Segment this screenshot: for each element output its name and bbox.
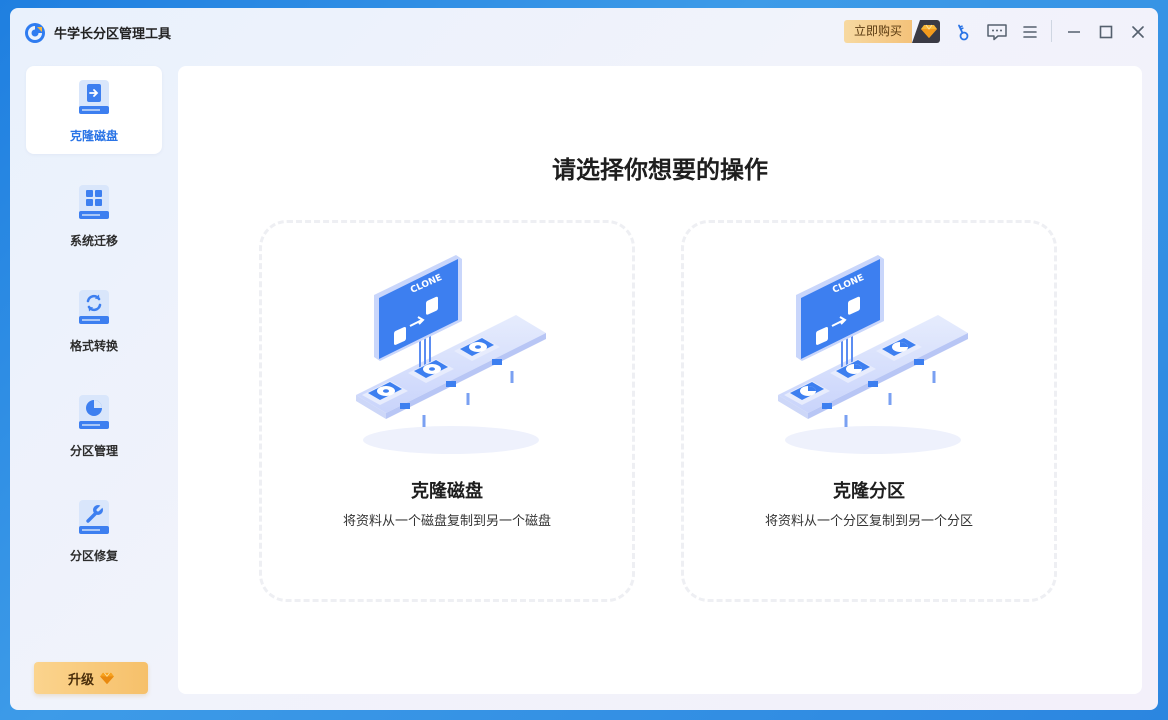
system-migrate-icon [79,185,109,219]
app-title: 牛学长分区管理工具 [54,27,172,42]
card-description: 将资料从一个分区复制到另一个分区 [764,514,973,529]
diamond-icon [921,24,937,38]
card-description: 将资料从一个磁盘复制到另一个磁盘 [342,514,551,529]
clone-partition-card[interactable]: CLONE 克隆分区 将资料从一个分区复制到另一个分区 [681,220,1057,602]
clone-disk-illustration: CLONE [356,255,546,454]
sidebar-item-label: 分区修复 [69,549,118,563]
partition-manage-icon [79,395,109,429]
upgrade-button[interactable]: 升级 [34,662,148,694]
buy-now-button[interactable]: 立即购买 [844,20,940,43]
app-logo-icon [25,23,45,43]
sidebar-item-partition-repair[interactable]: 分区修复 [26,486,162,574]
card-title: 克隆分区 [833,481,905,502]
upgrade-label: 升级 [67,672,94,688]
sidebar-item-partition-manage[interactable]: 分区管理 [26,381,162,469]
sidebar-item-label: 分区管理 [69,444,118,458]
buy-now-label: 立即购买 [844,20,912,43]
key-icon[interactable] [952,20,976,44]
app-window: 牛学长分区管理工具 立即购买 克隆磁盘 系统迁移 格式转换 分区管理 分区修复 … [10,8,1158,710]
sidebar-item-clone-disk[interactable]: 克隆磁盘 [26,66,162,154]
sidebar-item-label: 格式转换 [69,339,118,353]
clone-disk-card[interactable]: CLONE 克隆磁盘 将资料从一个磁盘复制到另一个磁盘 [259,220,635,602]
diamond-icon [100,672,114,684]
title-bar: 牛学长分区管理工具 立即购买 [10,8,1158,56]
sidebar-item-label: 系统迁移 [69,234,118,248]
partition-repair-icon [79,500,109,534]
clone-disk-icon [79,80,109,114]
diamond-badge [912,20,940,43]
sidebar: 克隆磁盘 系统迁移 格式转换 分区管理 分区修复 升级 [10,56,178,710]
main-panel: 请选择你想要的操作 CLONE 克隆磁盘 将资料从一个磁盘复制到另一个磁盘 CL… [178,66,1142,694]
page-title: 请选择你想要的操作 [552,156,768,184]
maximize-icon[interactable] [1094,20,1118,44]
clone-partition-illustration: CLONE [778,255,968,454]
sidebar-item-system-migrate[interactable]: 系统迁移 [26,171,162,259]
minimize-icon[interactable] [1062,20,1086,44]
sidebar-item-format-convert[interactable]: 格式转换 [26,276,162,364]
menu-icon[interactable] [1018,20,1042,44]
feedback-icon[interactable] [985,20,1009,44]
format-convert-icon [79,290,109,324]
sidebar-item-label: 克隆磁盘 [69,129,118,143]
close-icon[interactable] [1126,20,1150,44]
card-title: 克隆磁盘 [411,481,483,502]
titlebar-divider [1051,20,1052,42]
